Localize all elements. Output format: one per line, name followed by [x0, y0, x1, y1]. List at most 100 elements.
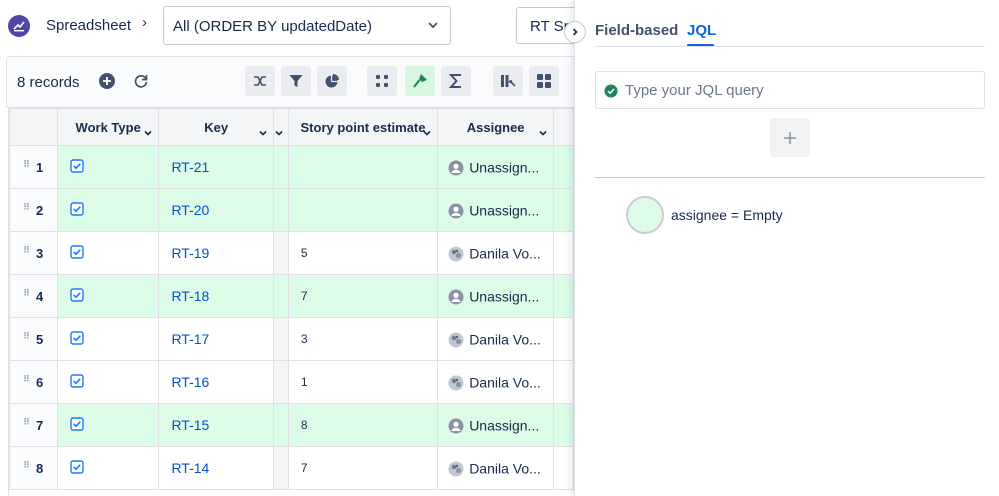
work-type-cell[interactable]: [56, 403, 160, 447]
assignee-cell[interactable]: Unassign...: [437, 274, 555, 318]
next-column-cell[interactable]: [553, 403, 574, 447]
drag-handle-icon[interactable]: ⠿: [23, 375, 30, 384]
next-column-cell[interactable]: [553, 188, 574, 232]
drag-handle-icon[interactable]: ⠿: [23, 418, 30, 427]
key-cell[interactable]: RT-19: [158, 231, 274, 275]
add-filter-button[interactable]: [770, 118, 810, 157]
jql-query-input[interactable]: Type your JQL query: [595, 71, 985, 109]
column-header-key[interactable]: Key: [158, 108, 274, 146]
row-number[interactable]: ⠿ 1: [9, 145, 58, 189]
story-points-cell[interactable]: 3: [287, 317, 439, 361]
work-type-cell[interactable]: [56, 274, 160, 318]
key-cell[interactable]: RT-16: [158, 360, 274, 404]
table-row[interactable]: ⠿ 8 RT-14 7 Danila Vo...: [9, 446, 574, 490]
assignee-cell[interactable]: Danila Vo...: [437, 446, 555, 490]
sort-chevron-icon[interactable]: [422, 126, 432, 141]
issue-key-link[interactable]: RT-16: [171, 374, 209, 390]
refresh-icon[interactable]: [131, 71, 151, 91]
table-row[interactable]: ⠿ 1 RT-21 Unassign...: [9, 145, 574, 189]
table-row[interactable]: ⠿ 4 RT-18 7 Unassign...: [9, 274, 574, 318]
column-header-assignee[interactable]: Assignee: [437, 108, 555, 146]
drag-handle-icon[interactable]: ⠿: [23, 332, 30, 341]
key-cell[interactable]: RT-15: [158, 403, 274, 447]
color-rules-button[interactable]: [405, 66, 435, 96]
table-row[interactable]: ⠿ 3 RT-19 5 Danila Vo...: [9, 231, 574, 275]
group-button[interactable]: [367, 66, 397, 96]
key-cell[interactable]: RT-14: [158, 446, 274, 490]
next-column-cell[interactable]: [553, 446, 574, 490]
assignee-cell[interactable]: Danila Vo...: [437, 317, 555, 361]
frozen-divider[interactable]: [272, 108, 289, 146]
table-row[interactable]: ⠿ 6 RT-16 1 Danila Vo...: [9, 360, 574, 404]
work-type-cell[interactable]: [56, 360, 160, 404]
drag-handle-icon[interactable]: ⠿: [23, 203, 30, 212]
work-type-cell[interactable]: [56, 446, 160, 490]
row-number[interactable]: ⠿ 4: [9, 274, 58, 318]
add-circle-icon[interactable]: [97, 71, 117, 91]
story-points-cell[interactable]: 8: [287, 403, 439, 447]
row-number[interactable]: ⠿ 8: [9, 446, 58, 490]
assignee-cell[interactable]: Danila Vo...: [437, 360, 555, 404]
layout-button[interactable]: [529, 66, 559, 96]
issue-key-link[interactable]: RT-15: [171, 417, 209, 433]
issue-key-link[interactable]: RT-19: [171, 245, 209, 261]
key-cell[interactable]: RT-17: [158, 317, 274, 361]
work-type-cell[interactable]: [56, 145, 160, 189]
table-row[interactable]: ⠿ 2 RT-20 Unassign...: [9, 188, 574, 232]
issue-key-link[interactable]: RT-18: [171, 288, 209, 304]
row-number[interactable]: ⠿ 5: [9, 317, 58, 361]
story-points-cell[interactable]: 7: [287, 446, 439, 490]
assignee-cell[interactable]: Unassign...: [437, 145, 555, 189]
work-type-cell[interactable]: [56, 317, 160, 361]
tab-field-based[interactable]: Field-based: [595, 22, 678, 39]
table-row[interactable]: ⠿ 7 RT-15 8 Unassign...: [9, 403, 574, 447]
story-points-cell[interactable]: [287, 188, 439, 232]
column-header-next[interactable]: [553, 108, 574, 146]
drag-handle-icon[interactable]: ⠿: [23, 461, 30, 470]
sort-chevron-icon[interactable]: [274, 126, 284, 141]
filter-button[interactable]: [281, 66, 311, 96]
assignee-cell[interactable]: Unassign...: [437, 188, 555, 232]
row-number[interactable]: ⠿ 7: [9, 403, 58, 447]
tab-jql[interactable]: JQL: [687, 22, 716, 39]
next-column-cell[interactable]: [553, 274, 574, 318]
story-points-cell[interactable]: 7: [287, 274, 439, 318]
issue-key-link[interactable]: RT-14: [171, 460, 209, 476]
sum-button[interactable]: [441, 66, 471, 96]
story-points-cell[interactable]: 5: [287, 231, 439, 275]
story-points-cell[interactable]: [287, 145, 439, 189]
next-column-cell[interactable]: [553, 360, 574, 404]
columns-button[interactable]: [493, 66, 523, 96]
next-column-cell[interactable]: [553, 231, 574, 275]
assignee-cell[interactable]: Unassign...: [437, 403, 555, 447]
drag-handle-icon[interactable]: ⠿: [23, 246, 30, 255]
issue-key-link[interactable]: RT-20: [171, 202, 209, 218]
view-select[interactable]: All (ORDER BY updatedDate): [163, 6, 451, 45]
key-cell[interactable]: RT-20: [158, 188, 274, 232]
next-column-cell[interactable]: [553, 145, 574, 189]
row-number[interactable]: ⠿ 6: [9, 360, 58, 404]
table-row[interactable]: ⠿ 5 RT-17 3 Danila Vo...: [9, 317, 574, 361]
sort-chevron-icon[interactable]: [143, 126, 153, 141]
shuffle-button[interactable]: [245, 66, 275, 96]
drag-handle-icon[interactable]: ⠿: [23, 289, 30, 298]
issue-key-link[interactable]: RT-17: [171, 331, 209, 347]
next-column-cell[interactable]: [553, 317, 574, 361]
sort-chevron-icon[interactable]: [258, 126, 268, 141]
drag-handle-icon[interactable]: ⠿: [23, 160, 30, 169]
key-cell[interactable]: RT-21: [158, 145, 274, 189]
assignee-cell[interactable]: Danila Vo...: [437, 231, 555, 275]
work-type-cell[interactable]: [56, 231, 160, 275]
sort-chevron-icon[interactable]: [538, 126, 548, 141]
key-cell[interactable]: RT-18: [158, 274, 274, 318]
column-header-story-points[interactable]: Story point estimate: [287, 108, 439, 146]
issue-key-link[interactable]: RT-21: [171, 159, 209, 175]
row-number[interactable]: ⠿ 2: [9, 188, 58, 232]
collapse-panel-button[interactable]: [564, 21, 586, 43]
highlight-color-swatch[interactable]: [626, 196, 664, 234]
column-header-work-type[interactable]: Work Type: [56, 108, 160, 146]
work-type-cell[interactable]: [56, 188, 160, 232]
story-points-cell[interactable]: 1: [287, 360, 439, 404]
row-number[interactable]: ⠿ 3: [9, 231, 58, 275]
chart-button[interactable]: [317, 66, 347, 96]
